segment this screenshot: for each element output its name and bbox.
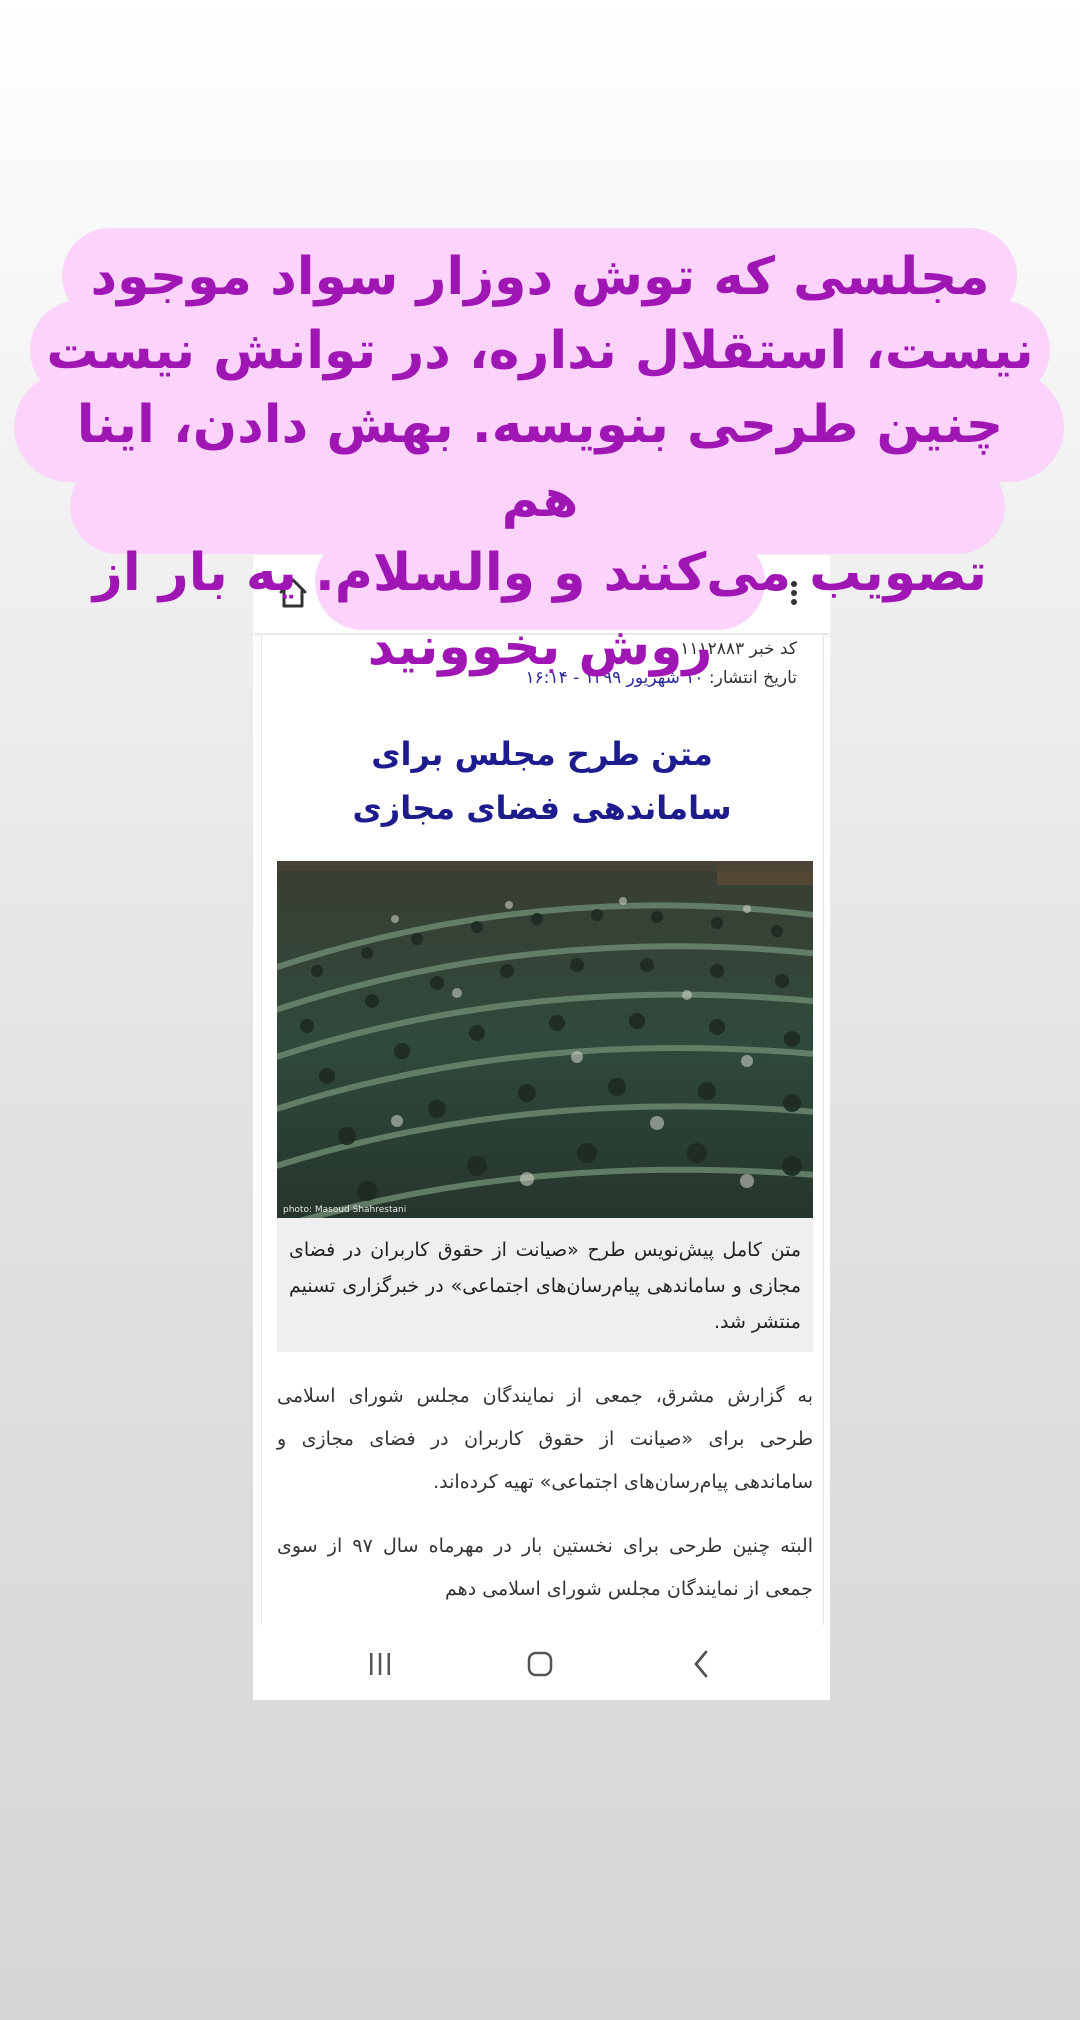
phone-screen: کد خبر ۱۱۱۲۸۸۳ تاریخ انتشار: ۱۰ شهریور ۱…: [253, 555, 830, 1700]
overlay-line: چنین طرحی بنویسه. بهش دادن، اینا هم: [76, 395, 1004, 529]
overlay-line: تصویب می‌کنند و والسلام. یه بار از: [92, 543, 988, 603]
overlay-line: نیست، استقلال نداره، در توانش نیست: [46, 321, 1034, 381]
overlay-line: روش بخوونید: [367, 617, 713, 677]
recent-apps-icon[interactable]: [366, 1651, 394, 1677]
photo-credit: photo: Masoud Shahrestani: [283, 1205, 407, 1215]
back-icon[interactable]: [691, 1649, 713, 1679]
overlay-caption: مجلسی که توش دوزار سواد موجود نیست، استق…: [40, 240, 1040, 684]
article-title: متن طرح مجلس برای ساماندهی فضای مجازی: [352, 735, 732, 827]
article-lead-box: متن کامل پیش‌نویس طرح «صیانت از حقوق کار…: [277, 1218, 813, 1352]
article: کد خبر ۱۱۱۲۸۸۳ تاریخ انتشار: ۱۰ شهریور ۱…: [261, 635, 824, 1635]
overlay-line: مجلسی که توش دوزار سواد موجود: [90, 247, 990, 307]
parliament-photo: [277, 861, 813, 1218]
story-text-overlay: مجلسی که توش دوزار سواد موجود نیست، استق…: [0, 0, 1080, 700]
article-photo[interactable]: photo: Masoud Shahrestani: [277, 861, 813, 1218]
android-navigation-bar: [253, 1625, 830, 1700]
article-paragraph: به گزارش مشرق، جمعی از نمایندگان مجلس شو…: [277, 1385, 813, 1493]
article-lead: متن کامل پیش‌نویس طرح «صیانت از حقوق کار…: [289, 1239, 801, 1333]
home-circle-icon[interactable]: [525, 1649, 555, 1679]
article-paragraph: البته چنین طرحی برای نخستین بار در مهرما…: [277, 1535, 814, 1600]
